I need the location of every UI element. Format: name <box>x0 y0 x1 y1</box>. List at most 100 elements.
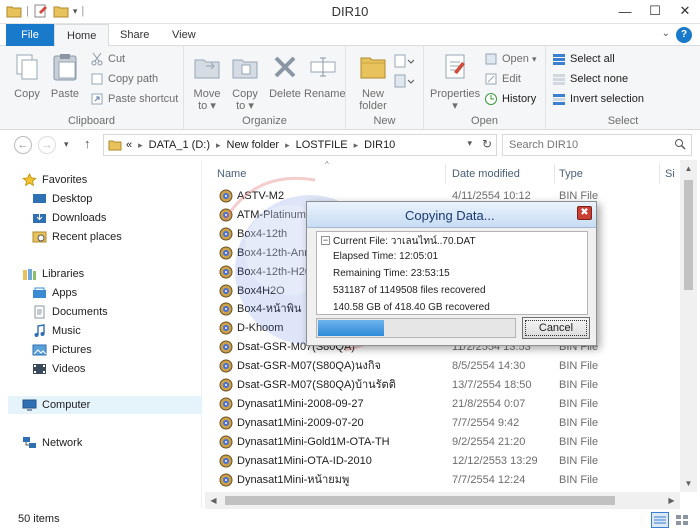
column-header-date[interactable]: Date modified <box>452 163 520 185</box>
paste-shortcut-label: Paste shortcut <box>108 93 179 105</box>
nav-pictures[interactable]: Pictures <box>32 341 92 359</box>
column-divider[interactable] <box>659 164 660 184</box>
breadcrumb-new-folder[interactable]: New folder <box>227 139 280 151</box>
large-icons-view-icon[interactable] <box>673 512 691 528</box>
scroll-left-arrow-icon[interactable]: ◀ <box>205 492 222 509</box>
scroll-right-arrow-icon[interactable]: ▶ <box>663 492 680 509</box>
breadcrumb-overflow[interactable]: « <box>126 139 132 151</box>
nav-computer[interactable]: Computer <box>8 396 202 414</box>
help-icon[interactable]: ? <box>676 27 692 43</box>
breadcrumb-lostfile[interactable]: LOSTFILE <box>296 139 348 151</box>
nav-documents[interactable]: Documents <box>32 303 108 321</box>
copy-to-button[interactable]: Copy to ▾ <box>226 52 264 112</box>
rename-button[interactable]: Rename <box>304 52 346 100</box>
invert-selection-button[interactable]: Invert selection <box>552 90 644 108</box>
select-group-label: Select <box>607 115 639 127</box>
tab-view[interactable]: View <box>160 24 208 46</box>
up-arrow-icon[interactable]: ↑ <box>84 136 91 151</box>
address-dropdown-icon[interactable]: ▾ <box>467 138 472 149</box>
paste-shortcut-button[interactable]: Paste shortcut <box>90 90 178 108</box>
breadcrumb-drive[interactable]: DATA_1 (D:) <box>149 139 210 151</box>
minimize-button[interactable]: — <box>610 0 640 22</box>
tab-home[interactable]: Home <box>54 24 110 47</box>
collapse-toggle[interactable]: − <box>321 236 330 245</box>
disc-file-icon <box>219 416 233 430</box>
properties-button[interactable]: Properties ▾ <box>430 52 480 112</box>
column-divider[interactable] <box>445 164 446 184</box>
delete-button[interactable]: Delete <box>266 52 304 100</box>
select-none-button[interactable]: Select none <box>552 70 628 88</box>
horizontal-scrollbar[interactable]: ◀ ▶ <box>205 492 680 509</box>
cancel-button[interactable]: Cancel <box>522 317 590 339</box>
maximize-button[interactable]: ☐ <box>640 0 670 22</box>
column-header-size[interactable]: Si <box>665 163 675 185</box>
nav-music[interactable]: Music <box>32 322 81 340</box>
nav-apps[interactable]: Apps <box>32 284 77 302</box>
properties-icon <box>445 54 465 79</box>
easy-access-icon[interactable] <box>394 74 414 88</box>
disc-file-icon <box>219 340 233 354</box>
close-icon[interactable]: ✖ <box>577 206 592 220</box>
file-row[interactable]: Dynasat1Mini-หน้ายมพู 7/7/2554 12:24 BIN F… <box>215 471 675 490</box>
cut-button[interactable]: Cut <box>90 50 125 68</box>
file-row[interactable]: Dynasat1Mini-Gold1M-OTA-TH 9/2/2554 21:20… <box>215 433 675 452</box>
disc-file-icon <box>219 473 233 486</box>
nav-computer-label: Computer <box>42 399 91 411</box>
scroll-up-arrow-icon[interactable]: ▲ <box>680 160 697 177</box>
clipboard-group: Copy Paste Cut Copy path Paste shortcut … <box>0 46 184 130</box>
nav-network-label: Network <box>42 437 83 449</box>
nav-recent-places[interactable]: Recent places <box>32 228 122 246</box>
file-name: Dynasat1Mini-OTA-ID-2010 <box>237 454 372 467</box>
file-row[interactable]: Dynasat1Mini-2009-07-20 7/7/2554 9:42 BIN … <box>215 414 675 433</box>
new-folder-button[interactable]: New folder <box>354 52 392 112</box>
edit-button[interactable]: Edit <box>484 70 521 88</box>
file-row[interactable]: Dsat-GSR-M07(S80QA)นงกิจ 8/5/2554 14:30 BI… <box>215 357 675 376</box>
new-item-icon[interactable] <box>394 54 414 68</box>
nav-downloads[interactable]: Downloads <box>32 209 106 227</box>
nav-desktop[interactable]: Desktop <box>32 190 92 208</box>
nav-libraries[interactable]: Libraries <box>22 265 84 283</box>
file-name: Dynasat1Mini-Gold1M-OTA-TH <box>237 435 390 448</box>
refresh-icon[interactable]: ↻ <box>482 137 492 151</box>
file-name: Box4-12th <box>237 227 288 240</box>
search-icon[interactable] <box>674 138 686 150</box>
nav-videos[interactable]: Videos <box>32 360 85 378</box>
history-button[interactable]: History <box>484 90 536 108</box>
column-header-type[interactable]: Type <box>559 163 583 185</box>
breadcrumb-dir10[interactable]: DIR10 <box>364 139 395 151</box>
history-icon <box>485 93 497 105</box>
scroll-down-arrow-icon[interactable]: ▼ <box>680 475 697 492</box>
file-row[interactable]: Dsat-GSR-M07(S80QA)บ้านรัตติ 13/7/2554 18… <box>215 376 675 395</box>
tab-share[interactable]: Share <box>108 24 161 46</box>
cut-label: Cut <box>108 53 126 65</box>
details-view-icon[interactable] <box>651 512 669 528</box>
column-header-name[interactable]: Name <box>217 163 246 185</box>
disc-file-icon <box>219 227 233 241</box>
chevron-down-icon[interactable]: ⌄ <box>662 28 670 39</box>
copy-button[interactable]: Copy <box>8 52 46 100</box>
search-box[interactable] <box>502 134 692 156</box>
move-to-button[interactable]: Move to ▾ <box>188 52 226 112</box>
vertical-scrollbar[interactable]: ▲ ▼ <box>680 160 697 492</box>
file-row[interactable]: Dynasat1Mini-OTA-ID-2010 12/12/2553 13:29… <box>215 452 675 471</box>
nav-network[interactable]: Network <box>22 434 82 452</box>
search-input[interactable] <box>503 135 663 155</box>
open-button[interactable]: Open ▾ <box>484 50 537 68</box>
address-bar[interactable]: « ▸ DATA_1 (D:) ▸ New folder ▸ LOSTFILE … <box>103 134 497 156</box>
file-row[interactable]: Dynasat1Mini-2008-09-27 21/8/2554 0:07 BIN… <box>215 395 675 414</box>
close-window-button[interactable]: ✕ <box>670 0 700 22</box>
sort-arrow-icon: ^ <box>325 160 329 169</box>
column-divider[interactable] <box>554 164 555 184</box>
back-button[interactable]: ← <box>14 136 32 154</box>
recent-locations-icon[interactable]: ▾ <box>64 139 69 150</box>
select-all-button[interactable]: Select all <box>552 50 615 68</box>
tab-file[interactable]: File <box>6 24 54 46</box>
disc-file-icon <box>219 435 233 449</box>
scroll-thumb[interactable] <box>684 180 693 290</box>
forward-button[interactable]: → <box>38 136 56 154</box>
nav-favorites[interactable]: Favorites <box>22 171 87 189</box>
copy-path-button[interactable]: Copy path <box>90 70 158 88</box>
dialog-title-bar[interactable]: Copying Data... ✖ <box>307 202 596 228</box>
scroll-thumb[interactable] <box>225 496 615 505</box>
paste-button[interactable]: Paste <box>46 52 84 100</box>
